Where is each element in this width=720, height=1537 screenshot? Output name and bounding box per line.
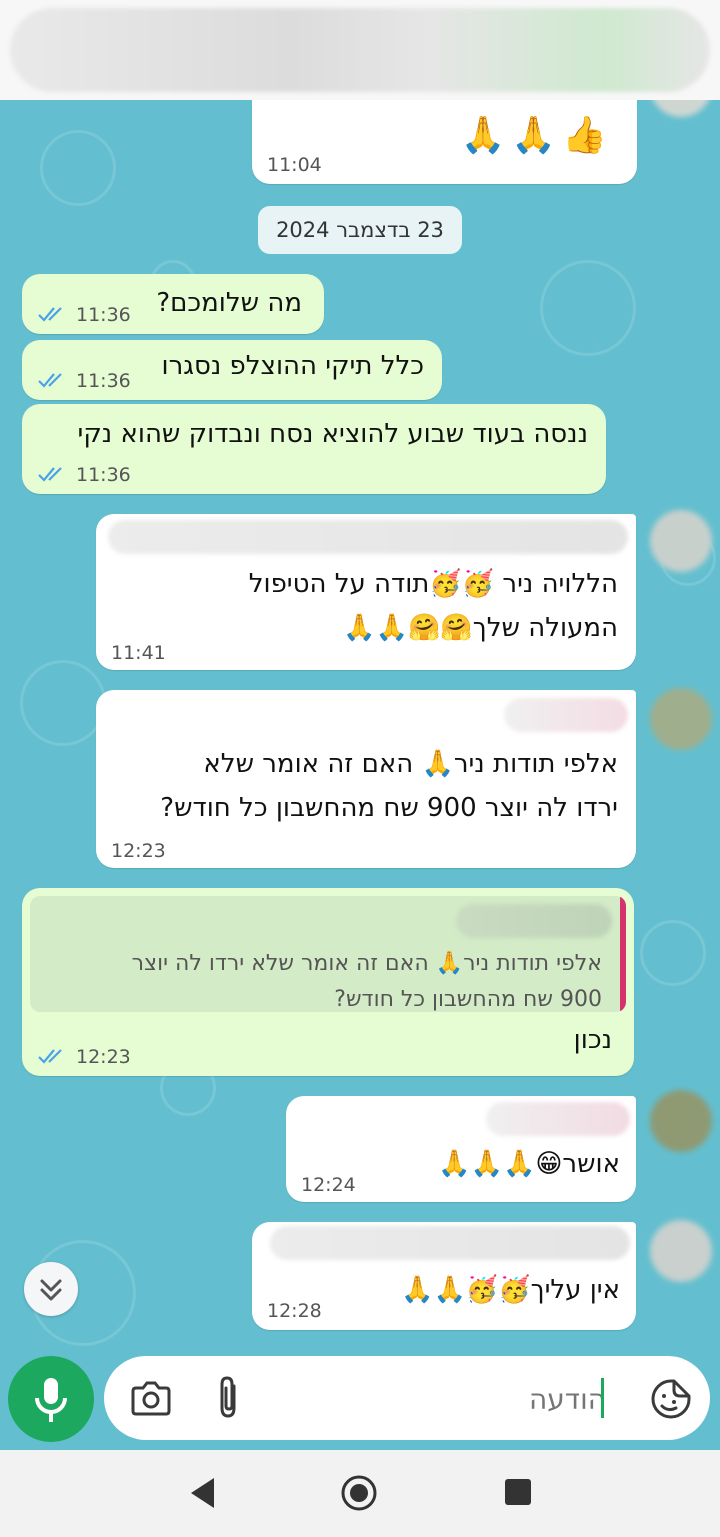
mic-button[interactable] xyxy=(8,1356,94,1442)
message-text: מה שלומכם? xyxy=(156,288,302,318)
blurred-sender-name xyxy=(486,1102,630,1136)
double-check-icon xyxy=(38,467,62,482)
message-bubble-incoming[interactable]: אושר😁🙏🙏🙏 12:24 xyxy=(286,1096,636,1202)
message-text: ננסה בעוד שבוע להוציא נסח ונבדוק שהוא נק… xyxy=(77,419,588,449)
wallpaper-doodle xyxy=(640,920,706,986)
avatar[interactable] xyxy=(650,1090,712,1152)
paperclip-icon[interactable] xyxy=(212,1374,246,1422)
message-emojis: 👍🙏🙏 xyxy=(460,115,613,156)
message-time: 11:36 xyxy=(76,370,131,392)
message-bubble-outgoing[interactable]: מה שלומכם? 11:36 xyxy=(22,274,324,334)
quoted-text: אלפי תודות ניר🙏 האם זה אומר שלא ירדו לה … xyxy=(131,951,602,1012)
message-bubble-outgoing[interactable]: ננסה בעוד שבוע להוציא נסח ונבדוק שהוא נק… xyxy=(22,404,606,494)
system-navigation-bar xyxy=(0,1450,720,1537)
quoted-message[interactable]: אלפי תודות ניר🙏 האם זה אומר שלא ירדו לה … xyxy=(30,896,626,1012)
avatar[interactable] xyxy=(650,1220,712,1282)
scroll-to-bottom-button[interactable] xyxy=(24,1262,78,1316)
blurred-quoted-sender xyxy=(456,904,612,938)
message-time: 12:23 xyxy=(111,840,166,862)
wallpaper-doodle xyxy=(540,260,636,356)
message-bubble-incoming[interactable]: 👍🙏🙏 11:04 xyxy=(252,100,637,184)
message-time: 12:24 xyxy=(301,1174,356,1196)
triangle-back-icon[interactable] xyxy=(188,1476,218,1510)
mic-icon xyxy=(35,1378,67,1422)
blurred-sender-name xyxy=(108,520,628,554)
circle-home-icon[interactable] xyxy=(340,1474,378,1512)
avatar[interactable] xyxy=(650,510,712,572)
chat-area: 👍🙏🙏 11:04 23 בדצמבר 2024 מה שלומכם? 11:3… xyxy=(0,100,720,1450)
message-time: 11:36 xyxy=(76,464,131,486)
camera-icon[interactable] xyxy=(128,1376,174,1420)
message-text: אושר😁🙏🙏🙏 xyxy=(438,1149,620,1179)
text-caret xyxy=(601,1378,604,1418)
message-text: אין עליך🥳🥳🙏🙏 xyxy=(401,1275,620,1305)
date-separator: 23 בדצמבר 2024 xyxy=(258,206,462,254)
message-bubble-incoming[interactable]: אלפי תודות ניר🙏 האם זה אומר שלא ירדו לה … xyxy=(96,690,636,868)
double-check-icon xyxy=(38,373,62,388)
chat-header xyxy=(0,0,720,100)
message-time: 11:36 xyxy=(76,304,131,326)
quote-accent-bar xyxy=(620,896,626,1012)
message-text: הללויה ניר 🥳🥳תודה על הטיפול המעולה שלך🤗🤗… xyxy=(248,569,618,643)
double-chevron-down-icon xyxy=(40,1279,62,1301)
sticker-icon[interactable] xyxy=(650,1378,692,1420)
avatar[interactable] xyxy=(650,100,712,117)
double-check-icon xyxy=(38,1049,62,1064)
double-check-icon xyxy=(38,307,62,322)
message-time: 11:04 xyxy=(267,154,322,176)
wallpaper-doodle xyxy=(20,660,106,746)
message-composer xyxy=(104,1356,710,1440)
message-bubble-outgoing[interactable]: כלל תיקי ההוצלפ נסגרו 11:36 xyxy=(22,340,442,400)
message-time: 11:41 xyxy=(111,642,166,664)
square-recents-icon[interactable] xyxy=(504,1478,532,1506)
blurred-sender-name xyxy=(504,698,628,732)
blurred-sender-name xyxy=(270,1226,630,1260)
message-text: אלפי תודות ניר🙏 האם זה אומר שלא ירדו לה … xyxy=(160,749,618,823)
blurred-contact-header[interactable] xyxy=(10,8,710,92)
message-bubble-outgoing[interactable]: אלפי תודות ניר🙏 האם זה אומר שלא ירדו לה … xyxy=(22,888,634,1076)
message-time: 12:23 xyxy=(76,1046,131,1068)
wallpaper-doodle xyxy=(40,130,116,206)
message-time: 12:28 xyxy=(267,1300,322,1322)
message-text: כלל תיקי ההוצלפ נסגרו xyxy=(161,351,424,381)
message-text: נכון xyxy=(573,1025,612,1055)
avatar[interactable] xyxy=(650,688,712,750)
message-bubble-incoming[interactable]: אין עליך🥳🥳🙏🙏 12:28 xyxy=(252,1222,636,1330)
message-bubble-incoming[interactable]: הללויה ניר 🥳🥳תודה על הטיפול המעולה שלך🤗🤗… xyxy=(96,514,636,670)
message-input[interactable] xyxy=(274,1376,608,1422)
